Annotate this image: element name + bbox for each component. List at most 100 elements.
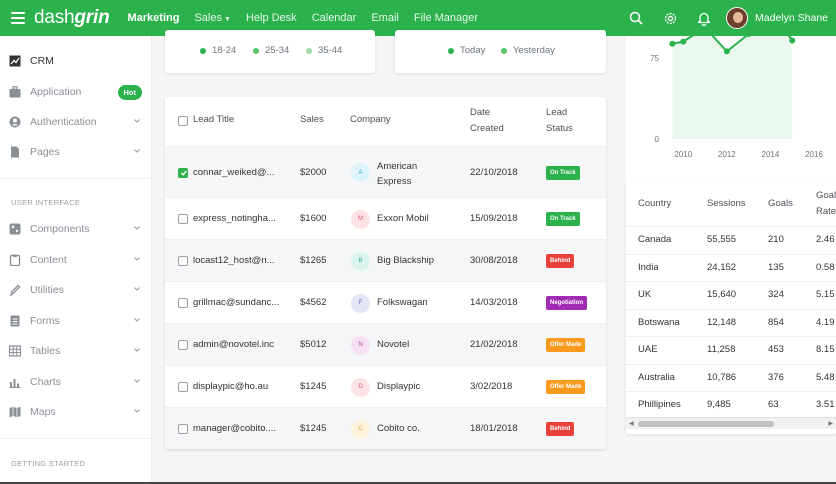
row-checkbox[interactable] [178,167,188,178]
chart-point-3[interactable] [723,48,730,55]
sidebar-item-pages[interactable]: Pages [0,141,152,163]
table-row[interactable]: locast12_host@n... $1265 B Big Blackship 30/… [165,239,606,281]
legend-item: Yesterday [501,45,555,56]
day-legend-card: Today Yesterday [395,30,606,73]
scroll-left-icon[interactable]: ◀ [629,420,634,427]
country-name: UK [638,289,652,300]
session-count: 11,258 [707,344,736,355]
sidebar-item-components[interactable]: Components [0,218,152,240]
row-checkbox[interactable] [178,382,188,392]
hot-badge: Hot [117,85,142,100]
session-count: 24,152 [707,261,737,273]
sidebar-item-label: Charts [30,376,61,388]
status-badge: Offer Made [546,338,586,352]
row-checkbox[interactable] [178,424,188,434]
table-row[interactable]: UK 15,640 324 5.15 [626,281,836,309]
row-checkbox[interactable] [178,298,188,308]
sidebar-item-authentication[interactable]: Authentication [0,111,152,133]
chart-point-0[interactable] [669,40,676,47]
table-row[interactable]: displaypic@ho.au $1245 D Displaypic 3/02/201… [165,365,606,407]
gear-icon[interactable] [662,10,678,26]
sidebar-item-application[interactable]: Application Hot [0,81,152,103]
brand-logo[interactable]: dash grin [34,7,110,29]
col-company[interactable]: Company [350,112,391,128]
sidebar-item-tables[interactable]: Tables [0,340,152,362]
sidebar-item-crm[interactable]: CRM [0,50,152,72]
sidebar-item-content[interactable]: Content [0,249,152,271]
col-country[interactable]: Country [638,196,671,212]
company-avatar: N [351,335,370,355]
nav-email[interactable]: Email [371,12,399,24]
sidebar-item-maps[interactable]: Maps [0,401,152,423]
scrollbar-thumb[interactable] [638,421,774,427]
table-row[interactable]: connar_weiked@... $2000 A American Express 22… [165,146,606,197]
legend-dot [306,47,312,54]
lead-title[interactable]: manager@cobito.... [193,423,276,434]
bell-icon[interactable] [696,10,712,26]
col-sales[interactable]: Sales [300,112,324,128]
sidebar-item-label: Utilities [30,284,64,296]
company-avatar: M [351,209,370,229]
lead-title[interactable]: grillmac@sundanc... [193,297,279,308]
sidebar-item-forms[interactable]: Forms [0,310,152,332]
country-name: Botswana [638,316,680,328]
lead-sales: $1245 [300,423,327,434]
horizontal-scrollbar[interactable]: ◀ ▶ [626,417,836,429]
row-checkbox[interactable] [178,340,188,350]
status-badge: On Track [546,212,580,226]
x-tick-label: 2016 [805,150,823,159]
sidebar-item-utilities[interactable]: Utilities [0,279,152,301]
lead-title[interactable]: connar_weiked@... [193,167,274,178]
table-row[interactable]: Phillipines 9,485 63 3.51 [626,391,836,419]
user-name[interactable]: Madelyn Shane [755,12,828,24]
nav-sales[interactable]: Sales ▼ [194,12,230,24]
row-checkbox[interactable] [178,256,188,266]
table-row[interactable]: Botswana 12,148 854 4.19 [626,308,836,337]
lead-title[interactable]: admin@novotel.inc [193,339,274,350]
x-tick-label: 2012 [718,150,736,159]
chart-point-1[interactable] [680,38,687,45]
table-row[interactable]: express_notingha... $1600 M Exxon Mobil 15/0… [165,197,606,239]
table-row[interactable]: Canada 55,555 210 2.46 [626,226,836,254]
table-row[interactable]: Australia 10,786 376 5.48 [626,363,836,392]
lead-date: 22/10/2018 [470,166,518,178]
table-row[interactable]: manager@cobito.... $1245 C Cobito co. 18/01/… [165,407,606,449]
select-all-checkbox[interactable] [178,116,188,126]
col-lead-title[interactable]: Lead Title [193,112,234,128]
age-legend-card: 18-24 25-34 35-44 [165,30,375,73]
lead-sales: $1265 [300,255,327,266]
nav-marketing[interactable]: Marketing [128,12,180,24]
form-icon [9,315,21,327]
lead-title[interactable]: express_notingha... [193,213,276,224]
col-sessions[interactable]: Sessions [707,196,746,212]
col-date-created[interactable]: Date Created [470,105,504,137]
col-lead-status[interactable]: Lead Status [546,105,573,137]
row-checkbox[interactable] [178,214,188,224]
col-goal-rate[interactable]: Goal Rate [816,188,836,220]
sidebar-item-label: Content [30,254,67,266]
goal-rate: 0.58 [816,261,835,273]
briefcase-icon [9,86,21,98]
hamburger-menu-icon[interactable] [11,12,25,24]
col-goals[interactable]: Goals [768,196,793,212]
table-row[interactable]: grillmac@sundanc... $4562 F Folkswagan 14/03… [165,281,606,323]
table-row[interactable]: admin@novotel.inc $5012 N Novotel 21/02/2018… [165,323,606,365]
country-name: Phillipines [638,399,681,410]
sidebar-item-label: Application [30,86,82,98]
table-row[interactable]: India 24,152 135 0.58 [626,253,836,282]
table-row[interactable]: UAE 11,258 453 8.15 [626,336,836,364]
scroll-right-icon[interactable]: ▶ [828,420,833,427]
nav-calendar[interactable]: Calendar [312,12,357,24]
nav-file-manager[interactable]: File Manager [414,12,478,24]
goal-rate: 8.15 [816,344,835,355]
lead-title[interactable]: displaypic@ho.au [193,381,268,392]
goal-count: 210 [768,234,784,245]
nav-help-desk[interactable]: Help Desk [246,12,297,24]
sidebar-item-charts[interactable]: Charts [0,371,152,393]
user-avatar[interactable] [726,7,749,29]
lead-title[interactable]: locast12_host@n... [193,255,274,266]
caret-down-icon: ▼ [224,16,231,23]
search-icon[interactable] [628,10,644,26]
chart-point-6[interactable] [789,37,796,44]
lead-sales: $1600 [300,213,327,224]
